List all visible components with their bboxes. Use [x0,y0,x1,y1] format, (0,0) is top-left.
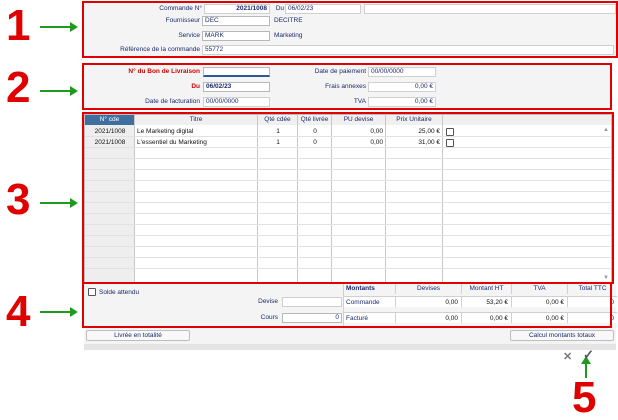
commande-label: Commande N° [159,5,202,12]
facturation-label: Date de facturation [145,98,200,105]
callout-5: 5 [572,373,597,420]
reference-label: Référence de la commande [120,46,200,53]
service-name: Marketing [274,32,303,39]
callout-2: 2 [6,63,31,112]
cancel-icon[interactable]: ✕ [563,350,572,363]
fournisseur-code-field[interactable]: DEC [202,16,270,26]
callout-3: 3 [6,175,31,224]
callout-5-arrow [581,356,591,378]
du-label: Du [191,83,200,90]
fournisseur-label: Fournisseur [165,17,200,24]
date-label: Du [275,5,284,12]
tva-label: TVA [353,98,366,105]
bl-label: N° du Bon de Livraison [128,68,200,75]
livree-totalite-button[interactable]: Livrée en totalité [86,330,190,341]
facturation-field[interactable]: 00/00/0000 [203,97,270,107]
tva-field[interactable]: 0,00 € [368,97,436,107]
section-4-highlight [82,282,612,328]
frais-field[interactable]: 0,00 € [368,82,436,92]
callout-1-arrow [40,22,78,32]
paiement-field[interactable]: 00/00/0000 [368,67,436,77]
calcul-montants-button[interactable]: Calcul montants totaux [510,330,614,341]
date-field[interactable]: 06/02/23 [285,4,361,14]
fournisseur-name: DECITRE [274,17,303,24]
header-extra-field[interactable] [364,4,616,14]
paiement-label: Date de paiement [314,68,366,75]
bottom-bar [84,344,616,350]
service-label: Service [178,32,200,39]
commande-field[interactable]: 2021/1008 [204,4,270,14]
confirm-icon[interactable]: ✓ [583,347,594,363]
callout-4-arrow [40,307,78,317]
frais-label: Frais annexes [325,83,366,90]
service-code-field[interactable]: MARK [202,31,270,41]
du-field[interactable]: 06/02/23 [203,82,270,92]
bl-field[interactable] [203,67,270,77]
callout-2-arrow [40,86,78,96]
callout-4: 4 [6,287,31,336]
reference-field[interactable]: 55772 [202,45,614,55]
section-3-highlight [82,112,614,286]
callout-3-arrow [40,198,78,208]
callout-1: 1 [6,1,31,50]
